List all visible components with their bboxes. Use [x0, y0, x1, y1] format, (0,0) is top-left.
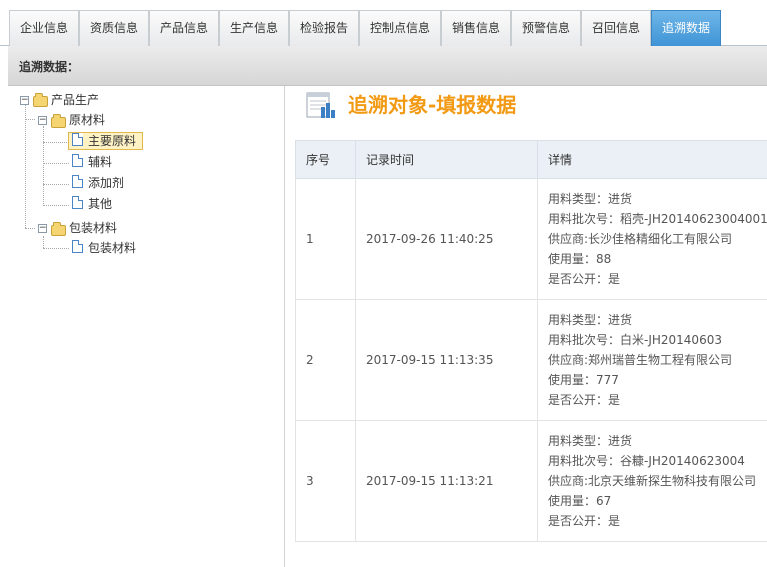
detail-material-type: 用料类型：进货	[548, 313, 633, 327]
column-header-details: 详情	[537, 140, 767, 179]
column-header-record-time: 记录时间	[355, 140, 538, 179]
folder-open-icon	[51, 222, 66, 236]
cell-index: 2	[295, 299, 356, 421]
trace-data-table: 序号 记录时间 详情 1 2017-09-26 11:40:25 用料类型：进货…	[295, 140, 767, 542]
tree-connector	[43, 236, 44, 248]
column-header-index: 序号	[295, 140, 356, 179]
tree-connector	[25, 104, 26, 228]
tab-qualification-info[interactable]: 资质信息	[79, 10, 149, 46]
tab-warning-info[interactable]: 预警信息	[511, 10, 581, 46]
tree-connector	[43, 205, 69, 206]
cell-index: 1	[295, 178, 356, 300]
file-icon	[72, 154, 83, 167]
detail-usage-amount: 使用量：67	[548, 494, 612, 508]
tree-connector	[25, 119, 35, 120]
table-header-row: 序号 记录时间 详情	[295, 140, 767, 179]
detail-usage-amount: 使用量：88	[548, 252, 612, 266]
tree-panel: − 产品生产 − 原材料 主要原料 辅料 添加剂 其他 − 包装材料 包装材料	[8, 86, 285, 567]
collapse-icon[interactable]: −	[38, 224, 47, 233]
tree-node-other[interactable]: 其他	[88, 195, 112, 213]
tab-control-point-info[interactable]: 控制点信息	[359, 10, 441, 46]
tab-product-info[interactable]: 产品信息	[149, 10, 219, 46]
tab-trace-data[interactable]: 追溯数据	[651, 10, 721, 46]
folder-open-icon	[33, 93, 48, 107]
tab-inspection-report[interactable]: 检验报告	[289, 10, 359, 46]
tree-connector	[43, 184, 69, 185]
tree-node-packaging-material-item[interactable]: 包装材料	[88, 239, 136, 257]
tree-node-auxiliary-material[interactable]: 辅料	[88, 153, 112, 171]
section-header-label: 追溯数据：	[19, 60, 80, 74]
detail-material-type: 用料类型：进货	[548, 192, 633, 206]
section-header: 追溯数据：	[8, 46, 767, 86]
cell-details: 用料类型：进货 用料批次号：稻壳-JH20140623004001 供应商:长沙…	[537, 178, 767, 300]
folder-open-icon	[51, 114, 66, 128]
tree-connector	[25, 228, 35, 229]
file-icon	[72, 133, 83, 146]
tree-node-raw-materials[interactable]: 原材料	[69, 111, 105, 129]
tree-node-packaging-materials[interactable]: 包装材料	[69, 219, 117, 237]
collapse-icon[interactable]: −	[38, 116, 47, 125]
detail-public: 是否公开：是	[548, 272, 621, 286]
file-icon	[72, 196, 83, 209]
tree-connector	[43, 248, 69, 249]
detail-batch-number: 用料批次号：谷糠-JH20140623004	[548, 454, 745, 468]
cell-index: 3	[295, 420, 356, 542]
tab-company-info[interactable]: 企业信息	[9, 10, 79, 46]
page-title: 追溯对象-填报数据	[348, 93, 517, 117]
table-row: 3 2017-09-15 11:13:21 用料类型：进货 用料批次号：谷糠-J…	[295, 420, 767, 542]
cell-record-time: 2017-09-15 11:13:21	[355, 420, 538, 542]
tab-recall-info[interactable]: 召回信息	[581, 10, 651, 46]
detail-material-type: 用料类型：进货	[548, 434, 633, 448]
file-icon	[72, 240, 83, 253]
cell-record-time: 2017-09-26 11:40:25	[355, 178, 538, 300]
tab-production-info[interactable]: 生产信息	[219, 10, 289, 46]
cell-details: 用料类型：进货 用料批次号：白米-JH20140603 供应商:郑州瑞普生物工程…	[537, 299, 767, 421]
tab-sales-info[interactable]: 销售信息	[441, 10, 511, 46]
cell-details: 用料类型：进货 用料批次号：谷糠-JH20140623004 供应商:北京天维新…	[537, 420, 767, 542]
detail-batch-number: 用料批次号：白米-JH20140603	[548, 333, 722, 347]
cell-record-time: 2017-09-15 11:13:35	[355, 299, 538, 421]
report-chart-icon	[306, 92, 335, 118]
detail-public: 是否公开：是	[548, 393, 621, 407]
tree-connector	[43, 142, 69, 143]
tab-bar: 企业信息 资质信息 产品信息 生产信息 检验报告 控制点信息 销售信息 预警信息…	[0, 0, 767, 46]
table-row: 1 2017-09-26 11:40:25 用料类型：进货 用料批次号：稻壳-J…	[295, 178, 767, 300]
tree-node-additive[interactable]: 添加剂	[88, 174, 124, 192]
detail-supplier: 供应商:郑州瑞普生物工程有限公司	[548, 353, 733, 367]
collapse-icon[interactable]: −	[20, 96, 29, 105]
detail-supplier: 供应商:北京天维新探生物科技有限公司	[548, 474, 757, 488]
tree-node-product-production[interactable]: 产品生产	[51, 91, 99, 109]
detail-batch-number: 用料批次号：稻壳-JH20140623004001	[548, 212, 767, 226]
detail-usage-amount: 使用量：777	[548, 373, 619, 387]
table-row: 2 2017-09-15 11:13:35 用料类型：进货 用料批次号：白米-J…	[295, 299, 767, 421]
detail-supplier: 供应商:长沙佳格精细化工有限公司	[548, 232, 733, 246]
tree-node-main-raw-material[interactable]: 主要原料	[88, 132, 136, 150]
tree-connector	[43, 163, 69, 164]
tree-connector	[43, 126, 44, 206]
detail-public: 是否公开：是	[548, 514, 621, 528]
file-icon	[72, 175, 83, 188]
